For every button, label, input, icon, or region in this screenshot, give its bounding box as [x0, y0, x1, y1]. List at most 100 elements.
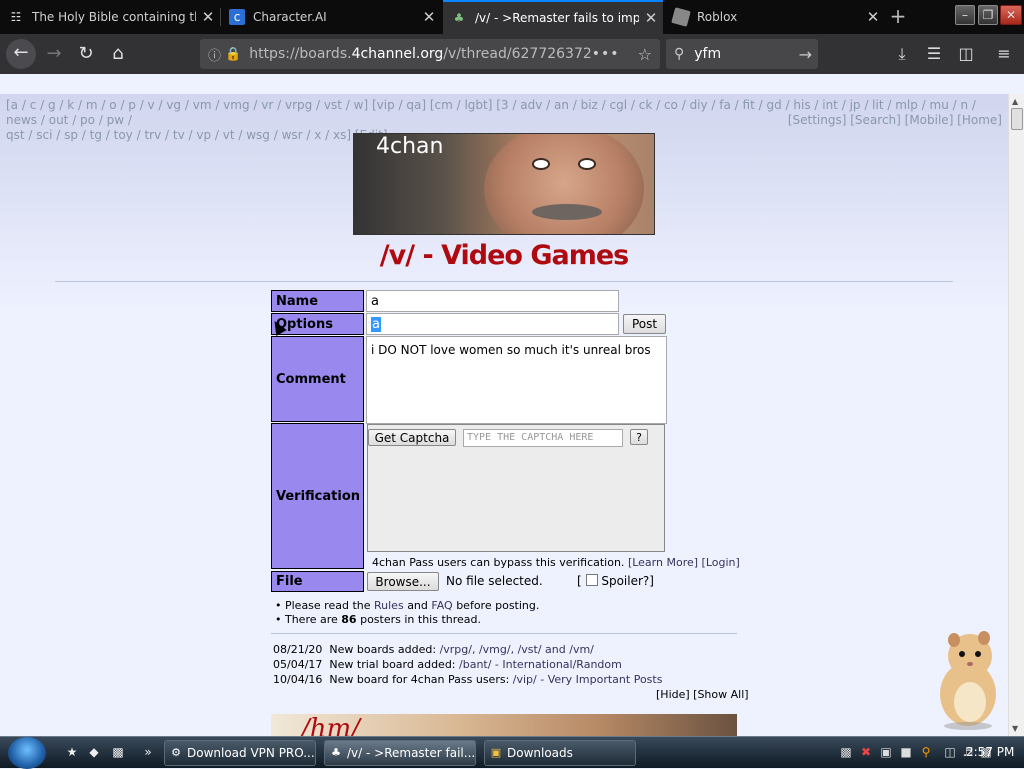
menu-icon[interactable]: ≡ [992, 42, 1016, 66]
tray-security-icon[interactable]: ✖ [858, 745, 874, 761]
minimize-icon[interactable]: – [955, 5, 975, 25]
sidebar-icon[interactable]: ◫ [954, 42, 978, 66]
banner-eye-left [532, 158, 550, 170]
lock-icon[interactable]: 🔒 [225, 47, 241, 62]
close-tab-icon[interactable]: ✕ [417, 8, 441, 26]
system-clock[interactable]: 2:57 PM [966, 745, 1014, 759]
network-icon[interactable]: ◫ [942, 745, 958, 761]
options-input[interactable]: a [366, 313, 619, 335]
banner-label: 4chan [376, 134, 444, 159]
spoiler-option: [ Spoiler?] [577, 574, 654, 588]
rules-link[interactable]: Rules [374, 599, 404, 612]
close-window-icon[interactable]: ✕ [1000, 5, 1022, 25]
search-input[interactable]: yfm [694, 46, 721, 62]
tray-search-icon[interactable]: ⚲ [918, 745, 934, 761]
verification-label: Verification [271, 423, 364, 569]
browse-button[interactable]: Browse... [367, 572, 439, 591]
url-bar[interactable]: ⓘ 🔒 https://boards.4channel.org/v/thread… [200, 39, 660, 69]
news-link[interactable]: /vip/ - Very Important Posts [513, 673, 663, 686]
quicklaunch-icon[interactable]: ★ [64, 745, 80, 761]
banner-eye-right [578, 158, 596, 170]
taskbar-item-downloads[interactable]: ▣ Downloads [484, 740, 636, 766]
news-divider [271, 633, 737, 634]
file-status: No file selected. [446, 574, 543, 588]
tab-roblox[interactable]: Roblox ✕ [665, 0, 885, 34]
tab-4chan-thread[interactable]: ♣ /v/ - >Remaster fails to impro ✕ [443, 0, 663, 34]
vpn-icon: ⚙ [171, 746, 181, 759]
character-ai-icon: c [229, 9, 245, 25]
page-scrollbar[interactable]: ▲ ▼ [1008, 94, 1024, 736]
tab-character-ai[interactable]: c Character.AI ✕ [221, 0, 441, 34]
news-link[interactable]: /bant/ - International/Random [459, 658, 622, 671]
bookmark-star-icon[interactable]: ☆ [638, 45, 652, 64]
news-item: 05/04/17 New trial board added: /bant/ -… [273, 658, 622, 671]
board-title: /v/ - Video Games [379, 240, 630, 271]
back-button[interactable]: ← [6, 39, 36, 69]
search-icon: ⚲ [674, 46, 685, 62]
board-nav-right[interactable]: [Settings] [Search] [Mobile] [Home] [788, 113, 1002, 128]
tray-app-icon[interactable]: ■ [898, 745, 914, 761]
new-tab-button[interactable]: + [884, 4, 912, 30]
close-tab-icon[interactable]: ✕ [196, 8, 220, 26]
tray-app-icon[interactable]: ▩ [838, 745, 854, 761]
taskbar-item-vpn[interactable]: ⚙ Download VPN PRO... [164, 740, 316, 766]
bottom-banner[interactable]: /hm/ [271, 714, 737, 736]
quicklaunch-icon[interactable]: ▩ [110, 745, 126, 761]
tray-app-icon[interactable]: ▣ [878, 745, 894, 761]
forward-button[interactable]: → [40, 40, 68, 68]
scroll-up-icon[interactable]: ▲ [1012, 97, 1018, 106]
scroll-down-icon[interactable]: ▼ [1012, 724, 1018, 733]
file-label: File [271, 571, 364, 592]
learn-more-link[interactable]: [Learn More] [628, 556, 698, 569]
post-button[interactable]: Post [623, 314, 666, 334]
maximize-icon[interactable]: ❐ [978, 5, 998, 25]
rules-note: • Please read the Rules and FAQ before p… [275, 599, 540, 612]
page-actions-icon[interactable]: ••• [592, 46, 620, 62]
comment-textarea[interactable]: i DO NOT love women so much it's unreal … [366, 336, 667, 424]
comment-label: Comment [271, 336, 364, 422]
close-tab-icon[interactable]: ✕ [861, 8, 885, 26]
home-button[interactable]: ⌂ [104, 40, 132, 68]
download-icon[interactable]: ⤓ [890, 42, 914, 66]
search-bar[interactable]: ⚲ yfm → [666, 39, 818, 69]
roblox-icon [671, 7, 691, 27]
login-link[interactable]: [Login] [702, 556, 740, 569]
start-button[interactable] [8, 737, 46, 769]
quicklaunch-icon[interactable]: ◆ [86, 745, 102, 761]
options-label: Options [271, 313, 364, 335]
fourchan-icon: ♣ [453, 11, 465, 25]
pass-notice: 4chan Pass users can bypass this verific… [372, 556, 740, 569]
reload-button[interactable]: ↻ [72, 40, 100, 68]
captcha-input[interactable]: TYPE THE CAPTCHA HERE [463, 429, 623, 447]
bible-icon: ☷ [10, 10, 22, 24]
spoiler-checkbox[interactable] [585, 574, 598, 586]
name-input[interactable]: a [366, 290, 619, 312]
url-text[interactable]: https://boards.4channel.org/v/thread/627… [249, 46, 592, 62]
news-controls[interactable]: [Hide] [Show All] [656, 688, 749, 701]
site-info-icon[interactable]: ⓘ [208, 45, 221, 64]
folder-icon: ▣ [490, 746, 502, 759]
news-item: 10/04/16 New board for 4chan Pass users:… [273, 673, 663, 686]
name-label: Name [271, 290, 364, 312]
captcha-help-button[interactable]: ? [630, 429, 648, 445]
bottom-banner-text: /hm/ [301, 714, 360, 736]
board-banner[interactable]: 4chan [353, 133, 655, 235]
faq-link[interactable]: FAQ [431, 599, 452, 612]
get-captcha-button[interactable]: Get Captcha [368, 429, 456, 446]
search-go-icon[interactable]: → [799, 45, 812, 64]
news-link[interactable]: /vrpg/, /vmg/, /vst/ and /vm/ [440, 643, 594, 656]
posters-note: • There are 86 posters in this thread. [275, 613, 482, 626]
hamster-mascot[interactable] [928, 626, 1004, 730]
news-item: 08/21/20 New boards added: /vrpg/, /vmg/… [273, 643, 594, 656]
poster-count: 86 [341, 613, 357, 626]
toolbar-gap [0, 74, 1024, 94]
quicklaunch-more-icon[interactable]: » [140, 745, 156, 761]
library-icon[interactable]: ☰ [922, 42, 946, 66]
captcha-box: Get Captcha TYPE THE CAPTCHA HERE ? [367, 424, 665, 552]
close-tab-icon[interactable]: ✕ [639, 9, 663, 27]
scroll-thumb[interactable] [1011, 108, 1023, 130]
taskbar-item-browser[interactable]: ♣ /v/ - >Remaster fail... [324, 740, 476, 766]
banner-mustache [532, 204, 602, 220]
browser-tab-bar: ☷ The Holy Bible containing the ✕ c Char… [0, 0, 1024, 34]
tab-bible[interactable]: ☷ The Holy Bible containing the ✕ [0, 0, 220, 34]
